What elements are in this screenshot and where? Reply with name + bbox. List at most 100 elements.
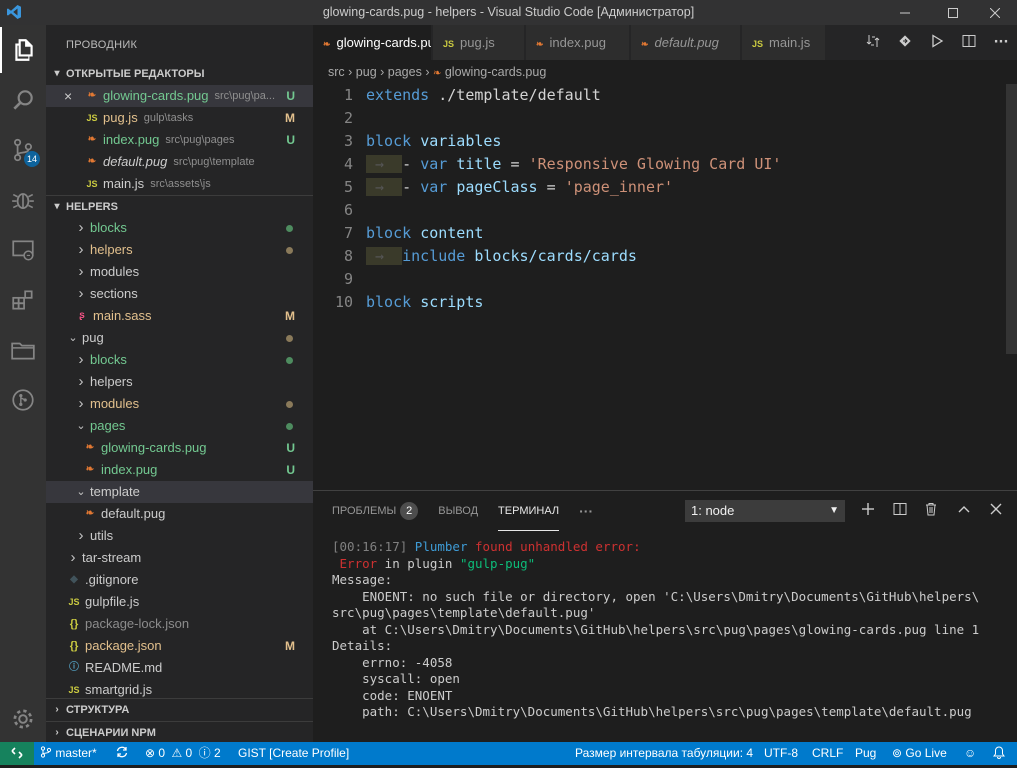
editor-scrollbar[interactable] <box>1006 84 1017 354</box>
tab-glowing-cards-pug[interactable]: ❧ glowing-cards.pug <box>313 25 432 60</box>
chevron-down-icon: ▾ <box>54 68 60 79</box>
terminal-select[interactable]: 1: node ▼ <box>685 500 845 522</box>
smiley-icon[interactable]: ☺ <box>964 742 976 765</box>
remote-explorer-icon[interactable] <box>0 227 46 273</box>
open-editor-item[interactable]: JS main.js src\assets\js <box>46 173 313 195</box>
breadcrumb-src[interactable]: src <box>328 65 345 79</box>
terminal-line: Details: <box>332 638 393 653</box>
tree-item[interactable]: {} package.json M <box>46 635 313 657</box>
gist-button[interactable]: GIST [Create Profile] <box>238 742 349 765</box>
tree-item[interactable]: › sections <box>46 283 313 305</box>
source-control-icon[interactable]: 14 <box>0 127 46 173</box>
chevron-up-icon[interactable] <box>952 500 976 522</box>
tab-index-pug[interactable]: ❧ index.pug <box>526 25 630 60</box>
git-status-badge: M <box>285 639 295 653</box>
encoding-indicator[interactable]: UTF-8 <box>764 742 798 765</box>
run-icon[interactable] <box>921 33 953 52</box>
breadcrumb-pug[interactable]: pug <box>356 65 377 79</box>
remote-icon[interactable] <box>0 742 34 765</box>
folder-icon[interactable] <box>0 327 46 373</box>
tree-item[interactable]: › helpers <box>46 371 313 393</box>
compare-icon[interactable] <box>857 34 889 52</box>
open-editor-item[interactable]: ❧ index.pug src\pug\pages U <box>46 129 313 151</box>
tree-item[interactable]: › modules <box>46 393 313 415</box>
git-status-badge: U <box>286 463 295 477</box>
problems-indicator[interactable]: ⊗ 0 ⚠ 0 ⓘ 2 <box>145 742 221 765</box>
tree-item[interactable]: ʂ main.sass M <box>46 305 313 327</box>
tree-item[interactable]: ⓘ README.md <box>46 657 313 679</box>
gear-icon[interactable] <box>0 696 46 742</box>
code-editor[interactable]: 1 2 3 4 5 6 7 8 9 10 extends ./template/… <box>313 84 1017 490</box>
tree-item[interactable]: › blocks <box>46 217 313 239</box>
more-icon[interactable]: ··· <box>985 35 1017 50</box>
trash-icon[interactable] <box>919 500 943 522</box>
status-bar: master* ⊗ 0 ⚠ 0 ⓘ 2 GIST [Create Profile… <box>0 742 1017 765</box>
tree-item[interactable]: › modules <box>46 261 313 283</box>
go-live-button[interactable]: ⊚ Go Live <box>892 742 947 765</box>
tree-item[interactable]: ❧ default.pug <box>46 503 313 525</box>
file-name: default.pug <box>103 154 168 169</box>
breadcrumb-file[interactable]: glowing-cards.pug <box>445 65 546 79</box>
open-editor-item[interactable]: × ❧ glowing-cards.pug src\pug\pa... U <box>46 85 313 107</box>
helpers-header[interactable]: ▾ HELPERS <box>46 195 313 217</box>
npm-scripts-header[interactable]: › СЦЕНАРИИ NPM <box>46 721 313 743</box>
search-icon[interactable] <box>0 77 46 123</box>
open-editor-item[interactable]: ❧ default.pug src\pug\template <box>46 151 313 173</box>
branch-indicator[interactable]: master* <box>40 742 97 765</box>
tree-item[interactable]: {} package-lock.json <box>46 613 313 635</box>
split-terminal-icon[interactable] <box>888 500 912 522</box>
tab-size-indicator[interactable]: Размер интервала табуляции: 4 <box>575 742 753 765</box>
tab-problems[interactable]: ПРОБЛЕМЫ 2 <box>332 491 419 531</box>
close-icon[interactable]: × <box>64 85 78 107</box>
git-status-dot <box>286 357 293 364</box>
line-number: 7 <box>343 224 353 242</box>
close-icon[interactable] <box>972 0 1017 25</box>
tree-item-label: helpers <box>90 374 133 389</box>
tab-output[interactable]: ВЫВОД <box>438 491 478 531</box>
tab-default-pug[interactable]: ❧ default.pug <box>631 25 741 60</box>
go-to-file-icon[interactable] <box>889 34 921 52</box>
tab-terminal[interactable]: ТЕРМИНАЛ <box>498 491 560 531</box>
tab-pug-js[interactable]: JS pug.js <box>433 25 525 60</box>
breadcrumb-pages[interactable]: pages <box>388 65 422 79</box>
tree-item[interactable]: JS gulpfile.js <box>46 591 313 613</box>
tree-item[interactable]: › helpers <box>46 239 313 261</box>
outline-header[interactable]: › СТРУКТУРА <box>46 699 313 721</box>
tree-item-label: glowing-cards.pug <box>101 440 207 455</box>
pug-file-icon: ❧ <box>87 134 97 145</box>
terminal-line: path: C:\Users\Dmitry\Documents\GitHub\h… <box>332 704 972 719</box>
language-indicator[interactable]: Pug <box>855 742 876 765</box>
extensions-icon[interactable] <box>0 277 46 323</box>
plus-icon[interactable] <box>856 500 880 522</box>
tree-item-label: utils <box>90 528 114 543</box>
bell-icon[interactable] <box>993 742 1005 765</box>
file-path: src\pug\template <box>173 156 255 168</box>
tree-item[interactable]: ◆ .gitignore <box>46 569 313 591</box>
close-icon[interactable] <box>984 500 1008 522</box>
git-graph-icon[interactable] <box>0 377 46 423</box>
tree-item[interactable]: ❧ index.pug U <box>46 459 313 481</box>
sync-icon[interactable] <box>115 742 129 765</box>
open-editor-item[interactable]: JS pug.js gulp\tasks M <box>46 107 313 129</box>
tree-item[interactable]: › tar-stream <box>46 547 313 569</box>
tree-item[interactable]: ❧ glowing-cards.pug U <box>46 437 313 459</box>
terminal-output[interactable]: [00:16:17] Plumber found unhandled error… <box>332 539 1012 721</box>
tab-main-js[interactable]: JS main.js <box>742 25 826 60</box>
code-line: → - var pageClass = 'page_inner' <box>366 178 673 196</box>
debug-icon[interactable] <box>0 177 46 223</box>
panel-more-icon[interactable]: ··· <box>579 491 593 531</box>
terminal-line: code: ENOENT <box>332 687 453 703</box>
files-icon[interactable] <box>0 27 46 73</box>
split-editor-icon[interactable] <box>953 34 985 52</box>
window-title: glowing-cards.pug - helpers - Visual Stu… <box>322 5 695 19</box>
open-editors-header[interactable]: ▾ ОТКРЫТЫЕ РЕДАКТОРЫ <box>46 63 313 85</box>
eol-indicator[interactable]: CRLF <box>812 742 843 765</box>
tree-item[interactable]: ⌄ template <box>46 481 313 503</box>
tree-item[interactable]: › utils <box>46 525 313 547</box>
tree-item[interactable]: › blocks <box>46 349 313 371</box>
tree-item[interactable]: ⌄ pages <box>46 415 313 437</box>
minimize-icon[interactable] <box>882 0 927 25</box>
maximize-icon[interactable] <box>930 0 975 25</box>
git-status-dot <box>286 401 293 408</box>
tree-item[interactable]: ⌄ pug <box>46 327 313 349</box>
